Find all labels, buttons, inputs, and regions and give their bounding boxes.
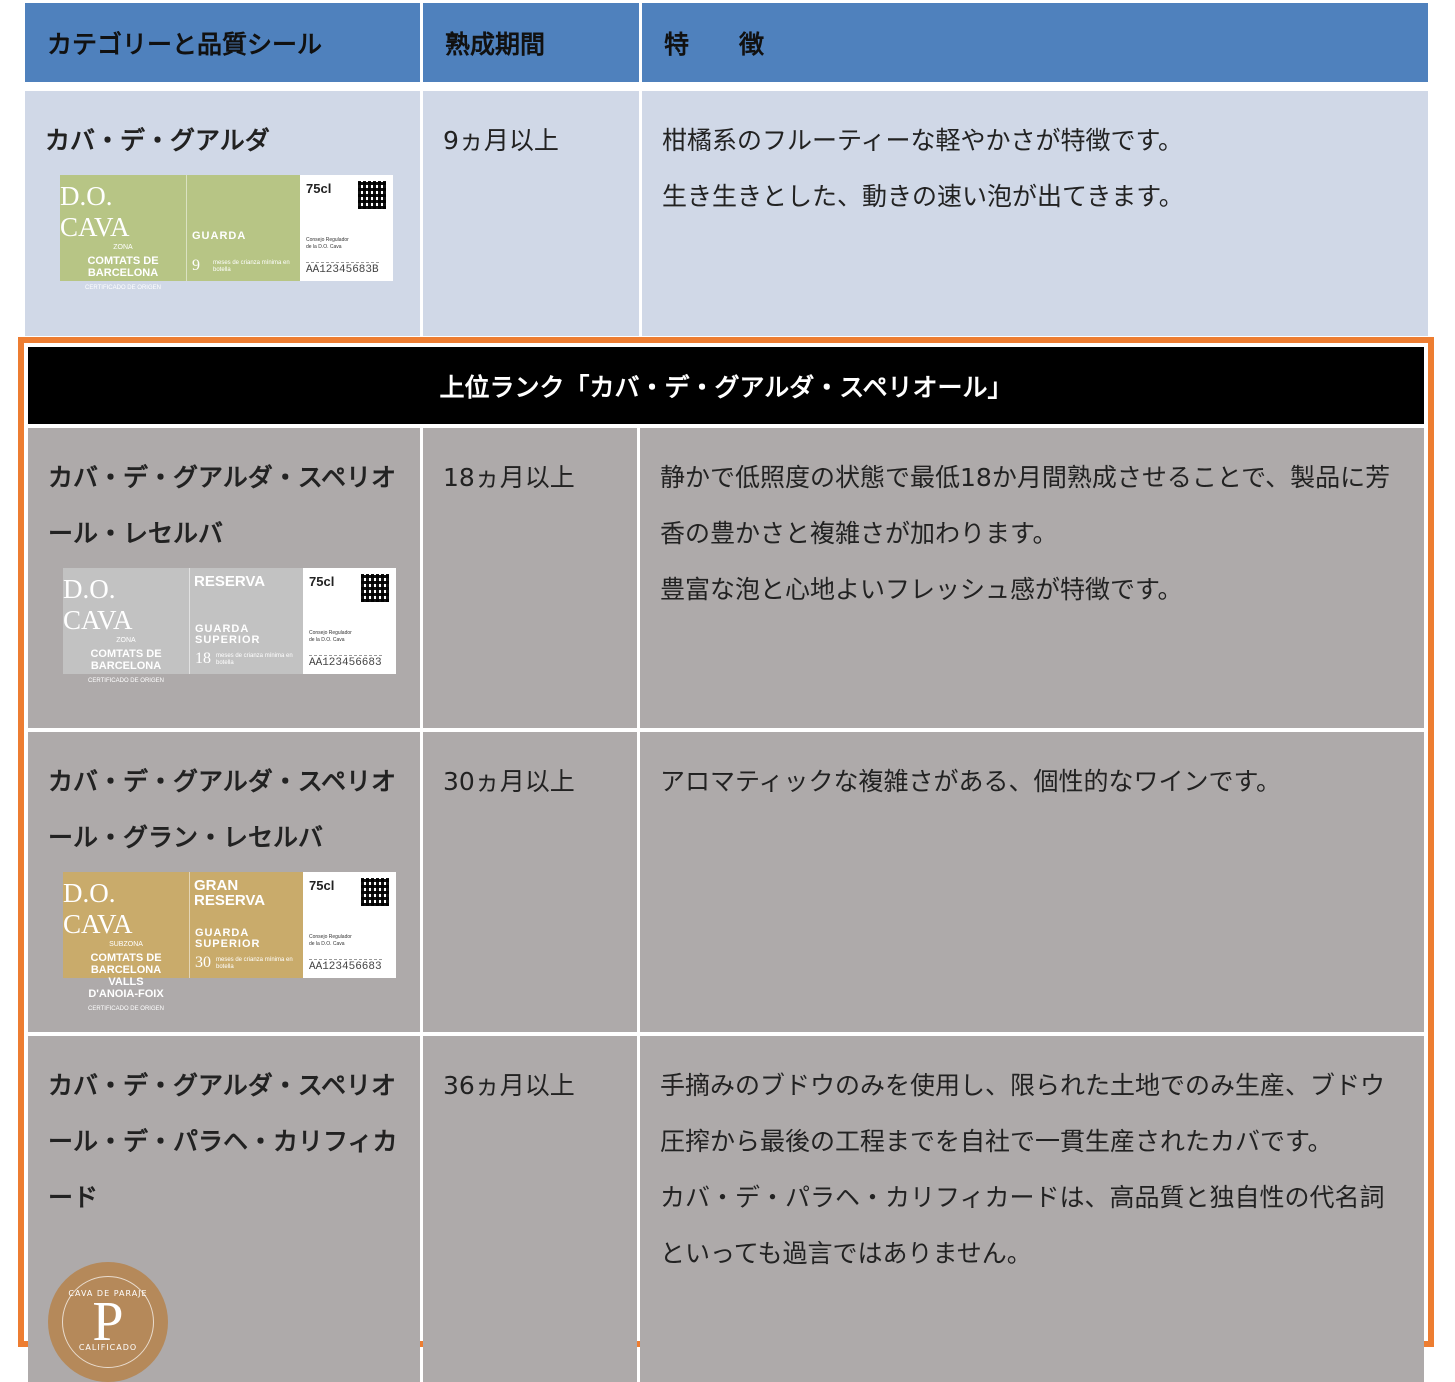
seal-volume: 75cl (309, 574, 335, 589)
seal-months: 30 (195, 954, 211, 971)
feature-text: アロマティックな複雑さがある、個性的なワインです。 (660, 767, 1282, 796)
features-cell: 手摘みのブドウのみを使用し、限られた土地でのみ生産、ブドウ圧搾から最後の工程まで… (640, 1036, 1424, 1382)
table-row: カバ・デ・グアルダ・スペリオール・デ・パラヘ・カリフィカード CAVA DE P… (28, 1036, 1424, 1382)
category-cell: カバ・デ・グアルダ・スペリオール・レセルバ D.O. CAVA ZONA COMTA… (28, 428, 420, 728)
period-cell: 36ヵ月以上 (423, 1036, 637, 1382)
seal-right-panel: 75cl Consejo Regulador de la D.O. Cava AA1… (303, 872, 396, 978)
period-cell: 30ヵ月以上 (423, 732, 637, 1032)
seal-volume: 75cl (306, 181, 332, 196)
seal-code: AA123456683 (309, 655, 382, 669)
qr-code-icon (358, 181, 386, 209)
seal-class: GRAN RESERVA (194, 877, 266, 909)
seal-certificate: CERTIFICADO DE ORIGEN (88, 678, 164, 684)
quality-seal: D.O. CAVA SUBZONA COMTATS DE BARCELONA VAL… (63, 872, 396, 1012)
seal-right-panel: 75cl Consejo Regulador de la D.O. Cava AA1… (303, 568, 396, 674)
seal-guarda: GUARDA SUPERIOR (195, 623, 261, 646)
header-period: 熟成期間 (423, 3, 639, 82)
table-row: カバ・デ・グアルダ・スペリオール・グラン・レセルバ D.O. CAVA SUBZO… (28, 732, 1424, 1032)
seal-brand: D.O. CAVA (63, 574, 133, 635)
feature-text: 静かで低照度の状態で最低18か月間熟成させることで、製品に芳香の豊かさと複雑さが… (660, 463, 1391, 548)
period-cell: 9ヵ月以上 (423, 91, 639, 336)
paraje-top-text: CAVA DE PARAJE (68, 1289, 148, 1298)
category-cell: カバ・デ・グアルダ・スペリオール・デ・パラヘ・カリフィカード CAVA DE P… (28, 1036, 420, 1382)
category-cell: カバ・デ・グアルダ・スペリオール・グラン・レセルバ D.O. CAVA SUBZO… (28, 732, 420, 1032)
table-row: カバ・デ・グアルダ・スペリオール・レセルバ D.O. CAVA ZONA COMTA… (28, 428, 1424, 728)
seal-left-panel: D.O. CAVA ZONA COMTATS DE BARCELONA CERTIFI… (63, 568, 190, 684)
table-header: カテゴリーと品質シール 熟成期間 特 徴 (25, 3, 1428, 82)
header-category: カテゴリーと品質シール (25, 3, 420, 82)
feature-text: 手摘みのブドウのみを使用し、限られた土地でのみ生産、ブドウ圧搾から最後の工程まで… (660, 1071, 1386, 1156)
seal-months: 18 (195, 650, 211, 667)
category-name: カバ・デ・グアルダ・スペリオール・デ・パラヘ・カリフィカード (48, 1071, 398, 1212)
seal-middle-panel: GRAN RESERVA GUARDA SUPERIOR 30 meses de cr… (190, 872, 303, 978)
seal-certificate: CERTIFICADO DE ORIGEN (85, 285, 161, 291)
seal-brand: D.O. CAVA (60, 181, 130, 242)
seal-left-panel: D.O. CAVA ZONA COMTATS DE BARCELONA CERTIFI… (60, 175, 187, 291)
quality-seal: D.O. CAVA ZONA COMTATS DE BARCELONA CERTIFI… (60, 175, 393, 291)
seal-volume: 75cl (309, 878, 335, 893)
seal-certificate: CERTIFICADO DE ORIGEN (88, 1006, 164, 1012)
period-cell: 18ヵ月以上 (423, 428, 637, 728)
category-cell: カバ・デ・グアルダ D.O. CAVA ZONA COMTATS DE BARCEL… (25, 91, 420, 336)
seal-months-text: meses de crianza mínima en botella (213, 260, 290, 273)
feature-text: カバ・デ・パラヘ・カリフィカードは、高品質と独自性の代名詞といっても過言ではあり… (660, 1183, 1385, 1268)
seal-brand: D.O. CAVA (63, 878, 133, 939)
paraje-seal-icon: CAVA DE PARAJE P CALIFICADO (48, 1262, 168, 1382)
category-name: カバ・デ・グアルダ・スペリオール・グラン・レセルバ (48, 767, 397, 852)
seal-guarda: GUARDA SUPERIOR (195, 927, 261, 950)
superior-title: 上位ランク「カバ・デ・グアルダ・スペリオール」 (28, 347, 1424, 424)
seal-middle-panel: GUARDA 9 meses de crianza mínima en botell… (187, 175, 300, 281)
seal-class: RESERVA (194, 573, 266, 590)
seal-months-text: meses de crianza mínima en botella (216, 957, 293, 970)
feature-text: 豊富な泡と心地よいフレッシュ感が特徴です。 (660, 575, 1183, 604)
seal-middle-panel: RESERVA GUARDA SUPERIOR 18 meses de crianza… (190, 568, 303, 674)
header-features: 特 徴 (642, 3, 1428, 82)
feature-text: 柑橘系のフルーティーな軽やかさが特徴です。 (662, 126, 1184, 155)
seal-consell: Consejo Regulador de la D.O. Cava (309, 630, 352, 643)
seal-guarda: GUARDA (192, 230, 247, 242)
seal-zone: COMTATS DE BARCELONA (87, 255, 159, 279)
seal-zona-label: SUBZONA (109, 941, 143, 948)
qr-code-icon (361, 878, 389, 906)
category-name: カバ・デ・グアルダ (45, 126, 270, 155)
seal-zona-label: ZONA (116, 637, 136, 644)
seal-left-panel: D.O. CAVA SUBZONA COMTATS DE BARCELONA VAL… (63, 872, 190, 1012)
seal-code: AA123456683 (309, 959, 382, 973)
seal-zone: COMTATS DE BARCELONA VALLS D'ANOIA-FOIX (88, 952, 164, 1000)
features-cell: 静かで低照度の状態で最低18か月間熟成させることで、製品に芳香の豊かさと複雑さが… (640, 428, 1424, 728)
seal-zona-label: ZONA (113, 244, 133, 251)
seal-code: AA12345683B (306, 262, 379, 276)
paraje-bottom-text: CALIFICADO (78, 1343, 138, 1352)
seal-months-text: meses de crianza mínima en botella (216, 653, 293, 666)
quality-seal: D.O. CAVA ZONA COMTATS DE BARCELONA CERTIFI… (63, 568, 396, 684)
qr-code-icon (361, 574, 389, 602)
feature-text: 生き生きとした、動きの速い泡が出てきます。 (662, 182, 1184, 211)
seal-months: 9 (192, 257, 200, 274)
category-name: カバ・デ・グアルダ・スペリオール・レセルバ (48, 463, 397, 548)
seal-zone: COMTATS DE BARCELONA (90, 648, 162, 672)
features-cell: アロマティックな複雑さがある、個性的なワインです。 (640, 732, 1424, 1032)
seal-consell: Consejo Regulador de la D.O. Cava (309, 934, 352, 947)
table-row: カバ・デ・グアルダ D.O. CAVA ZONA COMTATS DE BARCEL… (25, 91, 1428, 336)
seal-right-panel: 75cl Consejo Regulador de la D.O. Cava AA1… (300, 175, 393, 281)
features-cell: 柑橘系のフルーティーな軽やかさが特徴です。 生き生きとした、動きの速い泡が出てきま… (642, 91, 1428, 336)
seal-consell: Consejo Regulador de la D.O. Cava (306, 237, 349, 250)
